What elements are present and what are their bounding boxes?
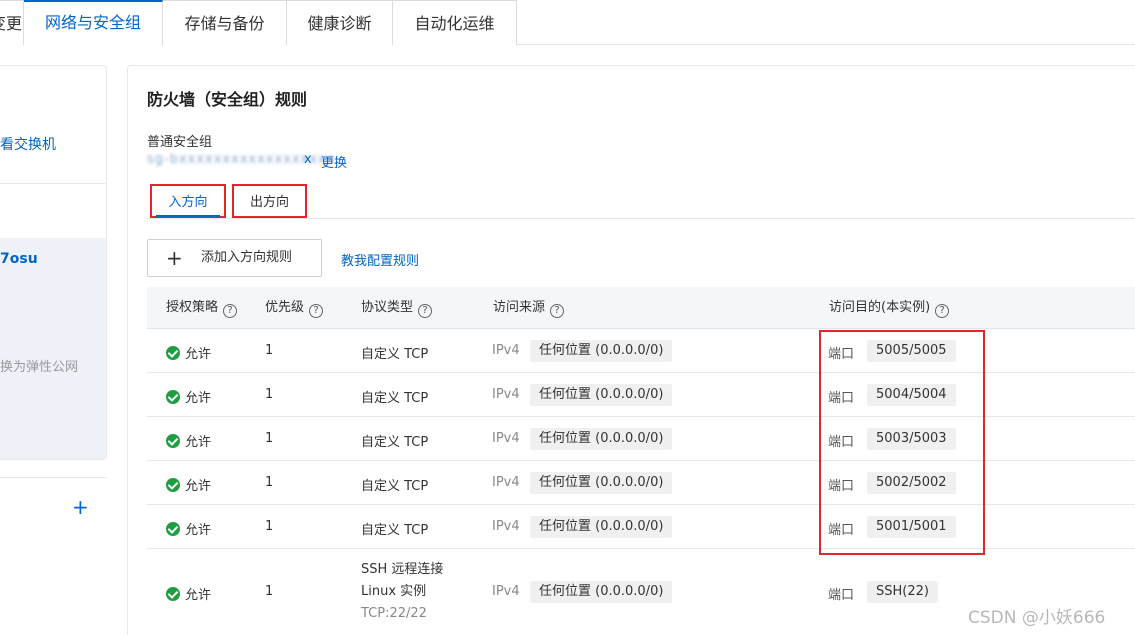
plus-icon: + <box>166 246 183 270</box>
direction-tabs-underline <box>147 218 1135 219</box>
protocol-value: 自定义 TCP <box>361 479 429 494</box>
left-lower-divider <box>0 477 107 478</box>
left-divider <box>0 183 106 184</box>
column-header-policy: 授权策略? <box>166 287 238 329</box>
help-icon[interactable]: ? <box>223 304 238 318</box>
ip-version: IPv4 <box>492 387 520 402</box>
allow-status: 允许 <box>166 584 211 603</box>
allow-status: 允许 <box>166 387 211 406</box>
left-info-panel: 看交换机 7osu 换为弹性公网 <box>0 65 107 460</box>
source-chip: 任何位置 (0.0.0.0/0) <box>530 581 673 603</box>
protocol-ssh-title: SSH 远程连接 <box>361 562 444 577</box>
allow-status: 允许 <box>166 475 211 494</box>
ip-version: IPv4 <box>492 584 520 599</box>
check-circle-icon <box>166 586 180 601</box>
tab-automation-ops[interactable]: 自动化运维 <box>393 0 517 45</box>
help-icon[interactable]: ? <box>935 304 950 318</box>
protocol-value: 自定义 TCP <box>361 523 429 538</box>
column-header-priority: 优先级? <box>265 287 324 329</box>
add-inbound-rule-button[interactable]: + 添加入方向规则 <box>147 239 322 277</box>
allow-status: 允许 <box>166 519 211 538</box>
priority-value: 1 <box>265 519 274 534</box>
check-circle-icon <box>166 345 180 360</box>
protocol-ssh-group: SSH 远程连接 Linux 实例 TCP:22/22 <box>361 559 443 625</box>
column-header-source: 访问来源? <box>493 287 565 329</box>
source-chip: 任何位置 (0.0.0.0/0) <box>530 340 673 362</box>
table-row: 允许 1 自定义 TCP IPv4 任何位置 (0.0.0.0/0) 端口 50… <box>147 417 1135 461</box>
protocol-ssh-os: Linux 实例 <box>361 584 427 599</box>
priority-value: 1 <box>265 431 274 446</box>
tab-network-security[interactable]: 网络与安全组 <box>24 0 163 45</box>
check-circle-icon <box>166 477 180 492</box>
add-rule-label: 添加入方向规则 <box>201 250 293 265</box>
table-row: 允许 1 自定义 TCP IPv4 任何位置 (0.0.0.0/0) 端口 50… <box>147 505 1135 549</box>
source-chip: 任何位置 (0.0.0.0/0) <box>530 516 673 538</box>
source-chip: 任何位置 (0.0.0.0/0) <box>530 472 673 494</box>
change-sg-link[interactable]: 更换 <box>321 152 347 171</box>
protocol-value: 自定义 TCP <box>361 391 429 406</box>
source-chip: 任何位置 (0.0.0.0/0) <box>530 428 673 450</box>
priority-value: 1 <box>265 343 274 358</box>
table-row: 允许 1 自定义 TCP IPv4 任何位置 (0.0.0.0/0) 端口 50… <box>147 373 1135 417</box>
ports-highlight-box <box>819 330 985 555</box>
protocol-value: 自定义 TCP <box>361 347 429 362</box>
check-circle-icon <box>166 389 180 404</box>
column-header-protocol: 协议类型? <box>361 287 433 329</box>
watermark: CSDN @小妖666 <box>968 608 1106 628</box>
protocol-ssh-port: TCP:22/22 <box>361 606 427 621</box>
table-row: 允许 1 自定义 TCP IPv4 任何位置 (0.0.0.0/0) 端口 50… <box>147 329 1135 373</box>
tab-inbound[interactable]: 入方向 <box>150 184 226 218</box>
tab-health-diagnosis[interactable]: 健康诊断 <box>287 0 393 45</box>
page-title: 防火墙（安全组）规则 <box>147 90 308 109</box>
table-row: 允许 1 自定义 TCP IPv4 任何位置 (0.0.0.0/0) 端口 50… <box>147 461 1135 505</box>
tab-change[interactable]: 变更 <box>0 0 24 45</box>
port-label: 端口 <box>828 588 855 603</box>
check-circle-icon <box>166 521 180 536</box>
left-highlight-block <box>0 238 106 459</box>
check-circle-icon <box>166 433 180 448</box>
protocol-value: 自定义 TCP <box>361 435 429 450</box>
teach-config-link[interactable]: 教我配置规则 <box>341 250 419 269</box>
sg-id-suffix[interactable]: x <box>304 152 312 167</box>
tab-outbound[interactable]: 出方向 <box>232 184 307 218</box>
ip-version: IPv4 <box>492 519 520 534</box>
help-icon[interactable]: ? <box>550 304 565 318</box>
help-icon[interactable]: ? <box>309 304 324 318</box>
eip-hint-text: 换为弹性公网 <box>0 360 79 375</box>
top-tab-bar: 变更 网络与安全组 存储与备份 健康诊断 自动化运维 <box>0 0 1135 45</box>
priority-value: 1 <box>265 584 274 599</box>
view-switch-link[interactable]: 看交换机 <box>0 134 56 154</box>
plus-icon[interactable]: + <box>72 497 89 517</box>
priority-value: 1 <box>265 475 274 490</box>
port-chip: SSH(22) <box>867 581 938 603</box>
instance-id-fragment[interactable]: 7osu <box>0 251 38 267</box>
sg-type-label: 普通安全组 <box>147 135 213 150</box>
column-header-destination: 访问目的(本实例)? <box>829 287 950 329</box>
allow-status: 允许 <box>166 343 211 362</box>
allow-status: 允许 <box>166 431 211 450</box>
help-icon[interactable]: ? <box>418 304 433 318</box>
priority-value: 1 <box>265 387 274 402</box>
ip-version: IPv4 <box>492 343 520 358</box>
tab-storage-backup[interactable]: 存储与备份 <box>163 0 287 45</box>
ip-version: IPv4 <box>492 431 520 446</box>
ip-version: IPv4 <box>492 475 520 490</box>
rules-table-header: 授权策略? 优先级? 协议类型? 访问来源? 访问目的(本实例)? <box>147 287 1135 329</box>
source-chip: 任何位置 (0.0.0.0/0) <box>530 384 673 406</box>
